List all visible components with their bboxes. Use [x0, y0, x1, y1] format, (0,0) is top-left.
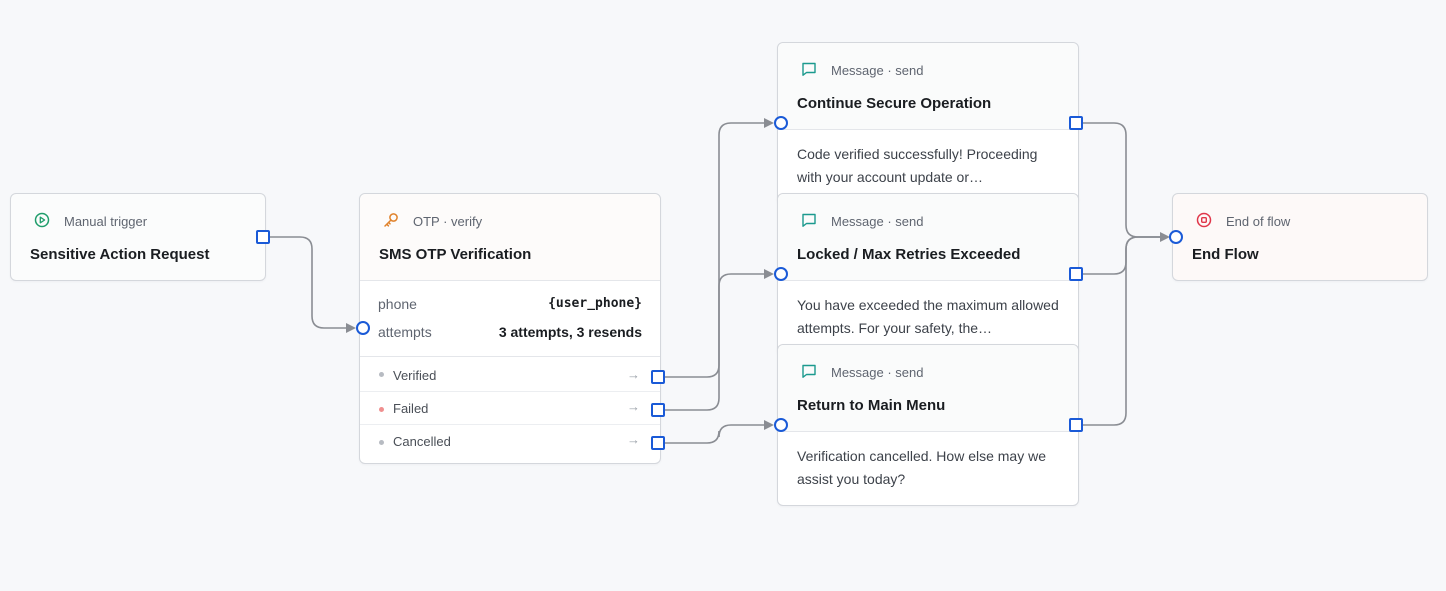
status-dot [379, 440, 384, 445]
return-input-port[interactable] [774, 418, 788, 432]
message-icon [800, 60, 818, 78]
message-node-locked[interactable]: Message · send Locked / Max Retries Exce… [777, 193, 1079, 356]
edge-continue-to-end[interactable] [1082, 122, 1170, 242]
message-node-return[interactable]: Message · send Return to Main Menu Verif… [777, 344, 1079, 506]
edge-trigger-to-otp[interactable] [268, 236, 356, 333]
end-node[interactable]: End of flow End Flow [1172, 193, 1428, 281]
message-body: You have exceeded the maximum allowed at… [797, 297, 1059, 336]
param-row-attempts: attempts 3 attempts, 3 resends [378, 324, 642, 344]
outcome-label: Cancelled [393, 434, 451, 449]
arrow-right-icon: → [627, 367, 640, 382]
node-kind-label: End of flow [1226, 214, 1291, 229]
message-node-continue[interactable]: Message · send Continue Secure Operation… [777, 42, 1079, 205]
otp-node-header: OTP · verify SMS OTP Verification [360, 194, 660, 281]
node-title: Sensitive Action Request [30, 246, 210, 263]
node-title: Continue Secure Operation [797, 95, 992, 112]
edge-cancelled-to-return[interactable] [663, 420, 774, 444]
status-dot [379, 407, 384, 412]
node-title: Return to Main Menu [797, 397, 946, 414]
end-input-port[interactable] [1169, 230, 1183, 244]
failed-output-port[interactable] [651, 403, 665, 417]
node-title: SMS OTP Verification [379, 246, 532, 263]
otp-outcomes: Verified → Failed → Cancelled → [360, 357, 660, 457]
trigger-node[interactable]: Manual trigger Sensitive Action Request [10, 193, 266, 281]
node-kind-label: Message · send [831, 214, 924, 229]
node-kind-label: Message · send [831, 63, 924, 78]
edge-failed-to-locked[interactable] [663, 269, 774, 411]
message-node-header: Message · send Return to Main Menu [778, 345, 1078, 432]
param-value: 3 attempts, 3 resends [498, 324, 642, 340]
outcome-label: Failed [393, 401, 429, 416]
message-icon [800, 362, 818, 380]
message-icon [800, 211, 818, 229]
continue-input-port[interactable] [774, 116, 788, 130]
flow-canvas[interactable]: Manual trigger Sensitive Action Request … [0, 0, 1446, 591]
param-key: phone [378, 296, 417, 312]
edge-locked-to-end[interactable] [1082, 236, 1168, 275]
param-value: {user_phone} [548, 296, 642, 311]
return-output-port[interactable] [1069, 418, 1083, 432]
arrow-right-icon: → [627, 432, 640, 447]
verified-output-port[interactable] [651, 370, 665, 384]
continue-output-port[interactable] [1069, 116, 1083, 130]
otp-node[interactable]: OTP · verify SMS OTP Verification phone … [359, 193, 661, 464]
outcome-cancelled[interactable]: Cancelled → [360, 425, 660, 457]
param-key: attempts [378, 324, 432, 340]
play-circle-icon [33, 211, 51, 229]
edge-return-to-end[interactable] [1082, 236, 1168, 426]
key-icon [382, 211, 400, 229]
node-kind-label: OTP · verify [413, 214, 483, 229]
stop-circle-icon [1195, 211, 1213, 229]
outcome-failed[interactable]: Failed → [360, 392, 660, 425]
status-dot [379, 372, 384, 377]
otp-input-port[interactable] [356, 321, 370, 335]
outcome-label: Verified [393, 368, 437, 383]
otp-params: phone {user_phone} attempts 3 attempts, … [360, 281, 660, 357]
message-node-header: Message · send Continue Secure Operation [778, 43, 1078, 130]
node-kind-label: Manual trigger [64, 214, 148, 229]
edge-verified-to-continue[interactable] [663, 118, 774, 378]
node-title: Locked / Max Retries Exceeded [797, 246, 1021, 263]
edges-layer [268, 118, 1170, 444]
message-node-header: Message · send Locked / Max Retries Exce… [778, 194, 1078, 281]
node-kind-label: Message · send [831, 365, 924, 380]
outcome-verified[interactable]: Verified → [360, 357, 660, 392]
trigger-output-port[interactable] [256, 230, 270, 244]
locked-output-port[interactable] [1069, 267, 1083, 281]
cancelled-output-port[interactable] [651, 436, 665, 450]
arrow-right-icon: → [627, 399, 640, 414]
locked-input-port[interactable] [774, 267, 788, 281]
message-body: Verification cancelled. How else may we … [797, 448, 1047, 487]
message-body: Code verified successfully! Proceeding w… [797, 146, 1038, 185]
param-row-phone: phone {user_phone} [378, 296, 642, 316]
node-title: End Flow [1192, 246, 1259, 263]
